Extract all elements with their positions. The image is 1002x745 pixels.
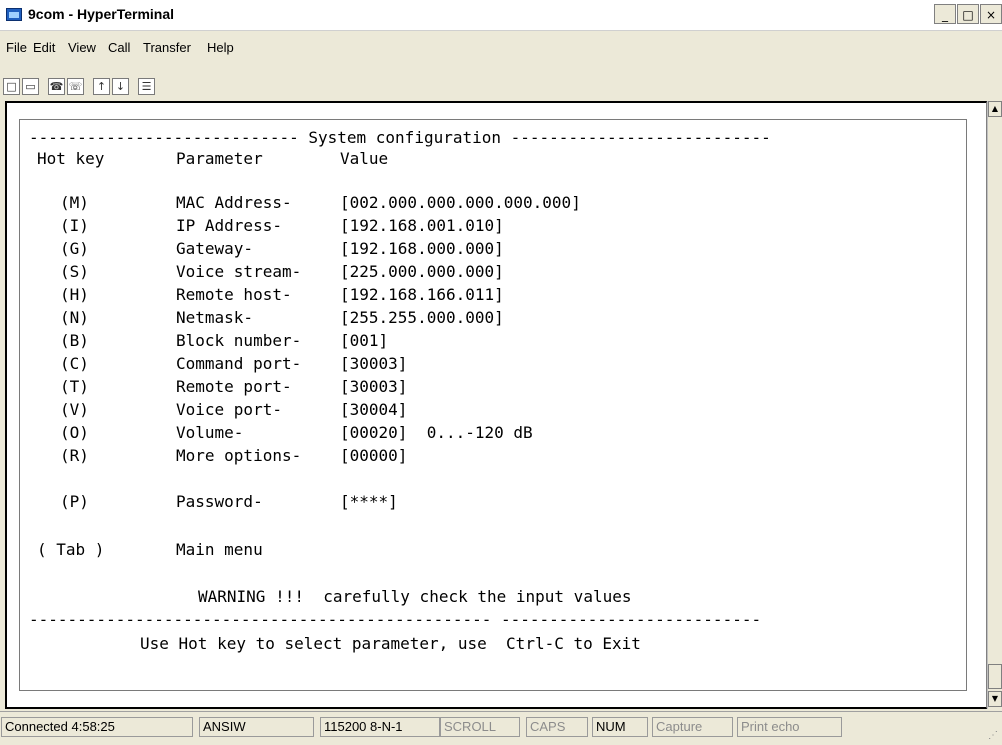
resize-grip-icon[interactable]: ⋰ — [988, 730, 1000, 742]
hotkey-label: (T) — [60, 377, 89, 396]
param-value: [00000] — [340, 446, 408, 465]
param-label: Volume- — [176, 423, 244, 442]
menu-edit[interactable]: Edit — [33, 40, 55, 55]
status-connected: Connected 4:58:25 — [1, 717, 193, 737]
vertical-scrollbar[interactable]: ▲ ▼ — [987, 101, 1002, 709]
title-bar: 9com - HyperTerminal _ □ × — [0, 0, 1002, 31]
param-label: Remote port- — [176, 377, 292, 396]
param-label: IP Address- — [176, 216, 282, 235]
param-label: Block number- — [176, 331, 302, 350]
status-bar: Connected 4:58:25 ANSIW 115200 8-N-1 SCR… — [0, 711, 1002, 745]
param-value: [192.168.001.010] — [340, 216, 504, 235]
col-parameter: Parameter — [176, 149, 263, 168]
hotkey-label: (O) — [60, 423, 89, 442]
maximize-button[interactable]: □ — [957, 4, 979, 24]
status-emulation: ANSIW — [199, 717, 314, 737]
new-icon[interactable]: □ — [3, 78, 20, 95]
param-label: MAC Address- — [176, 193, 292, 212]
terminal-screen[interactable]: ---------------------------- System conf… — [19, 119, 967, 691]
header-line: ---------------------------- System conf… — [29, 128, 771, 147]
hotkey-label: (M) — [60, 193, 89, 212]
receive-icon[interactable]: ↓ — [112, 78, 129, 95]
password-hotkey: (P) — [60, 492, 89, 511]
param-value: [00020] 0...-120 dB — [340, 423, 533, 442]
properties-icon[interactable]: ☰ — [138, 78, 155, 95]
hotkey-label: (H) — [60, 285, 89, 304]
hint-text: Use Hot key to select parameter, use Ctr… — [140, 634, 641, 653]
hotkey-label: (I) — [60, 216, 89, 235]
status-caps: CAPS — [526, 717, 588, 737]
status-scroll: SCROLL — [440, 717, 520, 737]
param-value: [001] — [340, 331, 389, 350]
open-icon[interactable]: ▭ — [22, 78, 39, 95]
menu-transfer[interactable]: Transfer — [143, 40, 191, 55]
tab-hotkey: ( Tab ) — [37, 540, 105, 559]
terminal-window[interactable]: ---------------------------- System conf… — [5, 101, 987, 709]
hotkey-label: (G) — [60, 239, 89, 258]
disconnect-icon[interactable]: ☏ — [67, 78, 84, 95]
param-label: Voice port- — [176, 400, 282, 419]
hotkey-label: (N) — [60, 308, 89, 327]
param-value: [192.168.000.000] — [340, 239, 504, 258]
hotkey-label: (V) — [60, 400, 89, 419]
menu-file[interactable]: File — [6, 40, 27, 55]
scroll-thumb[interactable] — [988, 664, 1002, 689]
param-value: [225.000.000.000] — [340, 262, 504, 281]
param-label: Remote host- — [176, 285, 292, 304]
param-value: [30003] — [340, 354, 408, 373]
scroll-down-icon[interactable]: ▼ — [988, 691, 1002, 707]
status-capture: Capture — [652, 717, 733, 737]
status-print-echo: Print echo — [737, 717, 842, 737]
status-port: 115200 8-N-1 — [320, 717, 440, 737]
hyperterminal-app-icon[interactable] — [6, 8, 22, 21]
param-value: [255.255.000.000] — [340, 308, 504, 327]
call-icon[interactable]: ☎ — [48, 78, 65, 95]
param-value: [002.000.000.000.000.000] — [340, 193, 581, 212]
close-button[interactable]: × — [980, 4, 1002, 24]
param-label: Command port- — [176, 354, 302, 373]
main-menu-label: Main menu — [176, 540, 263, 559]
hotkey-label: (B) — [60, 331, 89, 350]
col-value: Value — [340, 149, 389, 168]
status-num: NUM — [592, 717, 648, 737]
minimize-button[interactable]: _ — [934, 4, 956, 24]
param-label: Netmask- — [176, 308, 254, 327]
param-value: [30003] — [340, 377, 408, 396]
password-label: Password- — [176, 492, 263, 511]
window-title: 9com - HyperTerminal — [28, 6, 175, 22]
warning-text: WARNING !!! carefully check the input va… — [198, 587, 632, 606]
param-label: More options- — [176, 446, 302, 465]
menu-view[interactable]: View — [68, 40, 96, 55]
col-hotkey: Hot key — [37, 149, 105, 168]
param-label: Gateway- — [176, 239, 254, 258]
param-value: [30004] — [340, 400, 408, 419]
send-icon[interactable]: ↑ — [93, 78, 110, 95]
hotkey-label: (S) — [60, 262, 89, 281]
password-value: [****] — [340, 492, 398, 511]
scroll-up-icon[interactable]: ▲ — [988, 101, 1002, 117]
param-label: Voice stream- — [176, 262, 302, 281]
separator-line: ----------------------------------------… — [29, 610, 762, 629]
window-controls: _ □ × — [933, 4, 1002, 24]
hotkey-label: (R) — [60, 446, 89, 465]
menu-help[interactable]: Help — [207, 40, 234, 55]
param-value: [192.168.166.011] — [340, 285, 504, 304]
menu-call[interactable]: Call — [108, 40, 130, 55]
hotkey-label: (C) — [60, 354, 89, 373]
